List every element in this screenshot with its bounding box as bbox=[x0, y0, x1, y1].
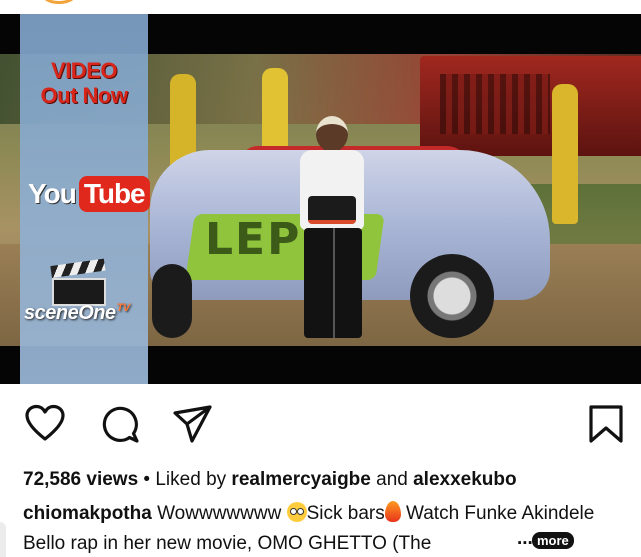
fire-icon bbox=[384, 501, 401, 522]
caption-text: Sick bars bbox=[306, 503, 385, 524]
truck-grill bbox=[440, 74, 550, 134]
caption-text: Wowwwwwww bbox=[151, 503, 287, 524]
car-rear-wheel bbox=[410, 254, 494, 338]
performer-head bbox=[316, 116, 348, 152]
sceneone-scene: scene bbox=[24, 302, 79, 324]
liked-by-user[interactable]: alexxekubo bbox=[413, 469, 517, 490]
sceneone-tv: TV bbox=[116, 302, 131, 315]
caption-ellipsis: ... bbox=[517, 528, 533, 549]
post-media[interactable]: LEP VIDEO Out Now You Tube sceneOneTV bbox=[0, 14, 641, 384]
car-front-wheel bbox=[152, 264, 192, 338]
background-person bbox=[552, 84, 578, 224]
left-edge-control bbox=[0, 522, 6, 557]
views-count[interactable]: 72,586 views bbox=[23, 469, 138, 490]
post-actions bbox=[0, 384, 641, 456]
liked-by-separator: • Liked by bbox=[138, 469, 232, 490]
flushed-face-icon bbox=[286, 502, 307, 522]
performer-legs bbox=[304, 228, 362, 338]
heart-icon[interactable] bbox=[25, 404, 65, 444]
youtube-logo-you: You bbox=[28, 178, 77, 209]
story-ring-icon[interactable] bbox=[42, 0, 76, 4]
top-strip bbox=[0, 0, 641, 14]
comment-icon[interactable] bbox=[100, 404, 140, 444]
youtube-logo-tube: Tube bbox=[78, 176, 150, 212]
liked-by-user[interactable]: realmercyaigbe bbox=[231, 469, 370, 490]
bookmark-icon[interactable] bbox=[586, 404, 626, 444]
paper-plane-icon[interactable] bbox=[172, 404, 212, 444]
video-out-now-text: VIDEO Out Now bbox=[40, 58, 128, 108]
youtube-logo: You Tube bbox=[28, 172, 150, 216]
performer-bag bbox=[308, 196, 356, 224]
clapperboard-icon bbox=[50, 258, 106, 306]
sceneone-one: One bbox=[78, 302, 116, 324]
post-caption: chiomakpotha Wowwwwwww Sick bars Watch F… bbox=[23, 499, 623, 557]
sceneone-tv-logo: sceneOneTV bbox=[24, 302, 130, 325]
views-and-likes: 72,586 views • Liked by realmercyaigbe a… bbox=[23, 469, 517, 491]
liked-by-and: and bbox=[370, 469, 414, 490]
caption-username[interactable]: chiomakpotha bbox=[23, 503, 152, 524]
performer bbox=[282, 116, 382, 346]
more-button[interactable]: more bbox=[532, 532, 574, 549]
